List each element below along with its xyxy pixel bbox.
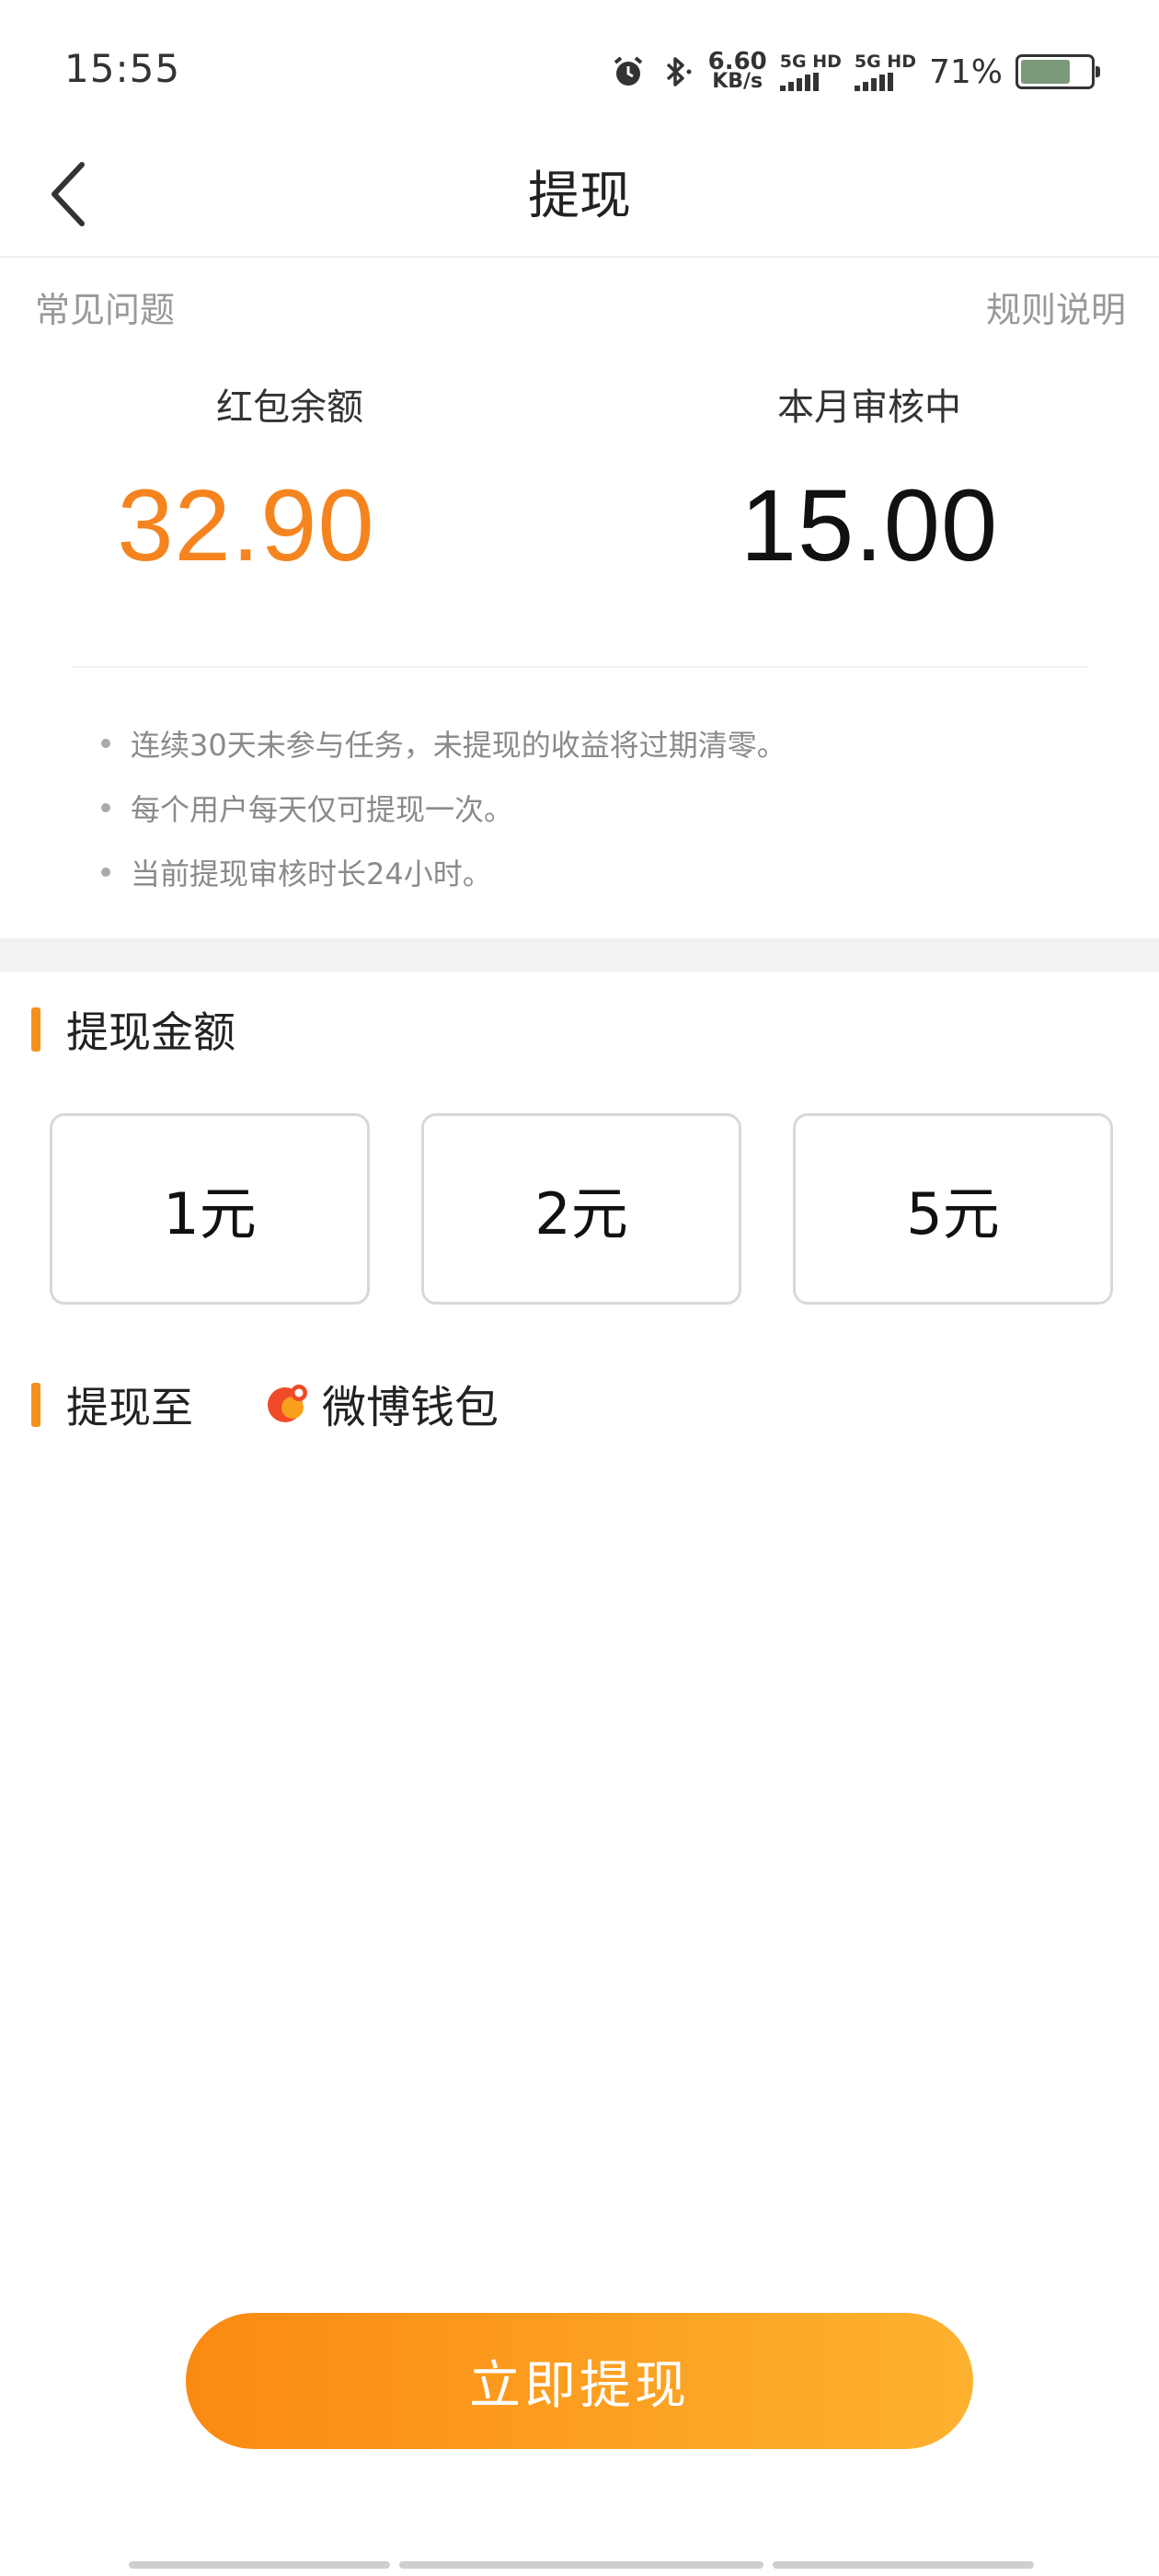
amount-option-5[interactable]: 5元 (793, 1113, 1113, 1305)
red-packet-value: 32.90 (117, 469, 375, 582)
home-indicator (129, 2561, 1034, 2569)
divider (72, 666, 1087, 668)
signal-bars-icon (854, 73, 893, 91)
red-packet-label: 红包余额 (216, 386, 363, 429)
withdraw-to-title: 提现至 (66, 1383, 193, 1432)
bluetooth-icon (659, 53, 695, 90)
notes-list: 连续30天未参与任务，未提现的收益将过期清零。 每个用户每天仅可提现一次。 当前… (101, 713, 786, 906)
note-item: 连续30天未参与任务，未提现的收益将过期清零。 (101, 713, 786, 777)
reviewing-balance: 本月审核中 15.00 (580, 377, 1159, 584)
page-title: 提现 (528, 167, 631, 226)
section-separator (0, 938, 1159, 972)
network-speed: 6.60 KB/s (707, 48, 767, 93)
note-text: 每个用户每天仅可提现一次。 (131, 792, 514, 827)
network-speed-value: 6.60 (707, 48, 767, 75)
reviewing-value: 15.00 (740, 469, 999, 582)
status-bar: 15:55 6.60 KB/s 5G HD 5G HD 71% (0, 0, 1159, 138)
wallet-label: 微博钱包 (322, 1382, 499, 1433)
network-speed-unit: KB/s (712, 70, 763, 93)
note-text: 连续30天未参与任务，未提现的收益将过期清零。 (131, 728, 786, 763)
note-item: 当前提现审核时长24小时。 (101, 842, 786, 906)
signal-bars-icon (779, 73, 819, 91)
amount-options: 1元 2元 5元 (50, 1113, 1113, 1305)
battery-percent: 71% (928, 52, 1003, 91)
note-text: 当前提现审核时长24小时。 (131, 857, 492, 891)
amount-option-2[interactable]: 2元 (421, 1113, 741, 1305)
rules-link[interactable]: 规则说明 (986, 282, 1126, 332)
wallet-selection[interactable]: 微博钱包 (265, 1371, 499, 1435)
reviewing-label: 本月审核中 (777, 386, 961, 429)
battery-icon (1016, 54, 1100, 89)
accent-bar (31, 1383, 40, 1427)
nav-bar: 提现 (0, 138, 1159, 258)
accent-bar (31, 1007, 40, 1052)
status-time: 15:55 (64, 46, 181, 91)
alarm-icon (611, 54, 646, 89)
sim1-label: 5G HD (779, 52, 842, 72)
amount-option-1[interactable]: 1元 (50, 1113, 370, 1305)
red-packet-balance: 红包余额 32.90 (0, 377, 580, 584)
sim2-label: 5G HD (854, 52, 916, 72)
status-icons: 6.60 KB/s 5G HD 5G HD 71% (611, 46, 1100, 98)
sim1-signal: 5G HD (779, 52, 842, 91)
withdraw-to-header: 提现至 (31, 1374, 193, 1435)
note-item: 每个用户每天仅可提现一次。 (101, 777, 786, 842)
withdraw-now-button[interactable]: 立即提现 (186, 2313, 973, 2449)
faq-link[interactable]: 常见问题 (35, 282, 175, 332)
amount-section-header: 提现金额 (31, 999, 235, 1060)
amount-section-title: 提现金额 (66, 1007, 235, 1057)
sim2-signal: 5G HD (854, 52, 916, 91)
weibo-wallet-icon (268, 1385, 307, 1422)
